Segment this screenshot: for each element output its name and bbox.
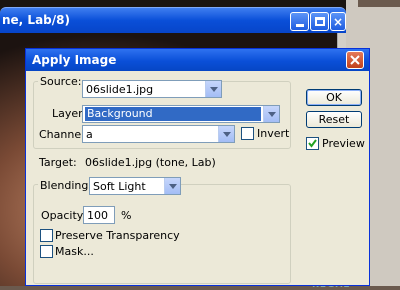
mask-label[interactable]: Mask...	[55, 245, 94, 258]
dialog-title: Apply Image	[32, 53, 117, 67]
maximize-icon	[314, 17, 325, 26]
channel-label: Channel:	[39, 128, 88, 141]
chevron-down-icon	[164, 178, 180, 194]
ok-button-label: OK	[326, 91, 342, 104]
opacity-value: 100	[87, 209, 108, 222]
invert-checkbox[interactable]	[241, 127, 254, 140]
opacity-unit: %	[121, 209, 132, 222]
blending-legend: Blending:	[38, 179, 95, 192]
channel-select[interactable]: a	[82, 125, 235, 143]
preview-checkbox[interactable]	[306, 137, 319, 150]
target-label: Target:	[39, 156, 77, 169]
opacity-label: Opacity:	[41, 209, 87, 222]
ok-button[interactable]: OK	[306, 89, 362, 106]
source-legend: Source:	[38, 75, 84, 88]
apply-image-dialog: Apply Image Source: 06slide1.jpg Layer: …	[25, 48, 370, 286]
source-select[interactable]: 06slide1.jpg	[82, 80, 222, 98]
chevron-down-icon	[205, 81, 221, 97]
reset-button[interactable]: Reset	[306, 111, 362, 128]
dialog-close-button[interactable]	[346, 51, 364, 69]
document-title: ne, Lab/8)	[2, 13, 70, 27]
minimize-icon	[295, 24, 304, 27]
maximize-button[interactable]	[310, 12, 329, 31]
chevron-down-icon	[263, 106, 279, 122]
doc-close-button[interactable]: ×	[330, 12, 346, 31]
minimize-button[interactable]	[290, 12, 309, 31]
layer-value: Background	[85, 107, 261, 121]
checkmark-icon	[308, 139, 317, 148]
blending-value: Soft Light	[93, 180, 146, 193]
target-value: 06slide1.jpg (tone, Lab)	[85, 156, 216, 169]
close-icon: ×	[332, 14, 344, 29]
preview-label[interactable]: Preview	[322, 137, 365, 150]
document-titlebar[interactable]: ne, Lab/8) ×	[0, 7, 346, 33]
channel-value: a	[86, 128, 93, 141]
preserve-transparency-label[interactable]: Preserve Transparency	[55, 229, 180, 242]
opacity-input[interactable]: 100	[83, 206, 115, 224]
invert-label[interactable]: Invert	[257, 127, 289, 140]
reset-button-label: Reset	[318, 113, 350, 126]
close-icon	[350, 55, 360, 65]
source-value: 06slide1.jpg	[86, 83, 154, 96]
layer-select[interactable]: Background	[82, 105, 280, 123]
chevron-down-icon	[218, 126, 234, 142]
mask-checkbox[interactable]	[40, 245, 53, 258]
dialog-titlebar[interactable]: Apply Image	[26, 49, 369, 71]
preserve-transparency-checkbox[interactable]	[40, 229, 53, 242]
blending-select[interactable]: Soft Light	[89, 177, 181, 195]
